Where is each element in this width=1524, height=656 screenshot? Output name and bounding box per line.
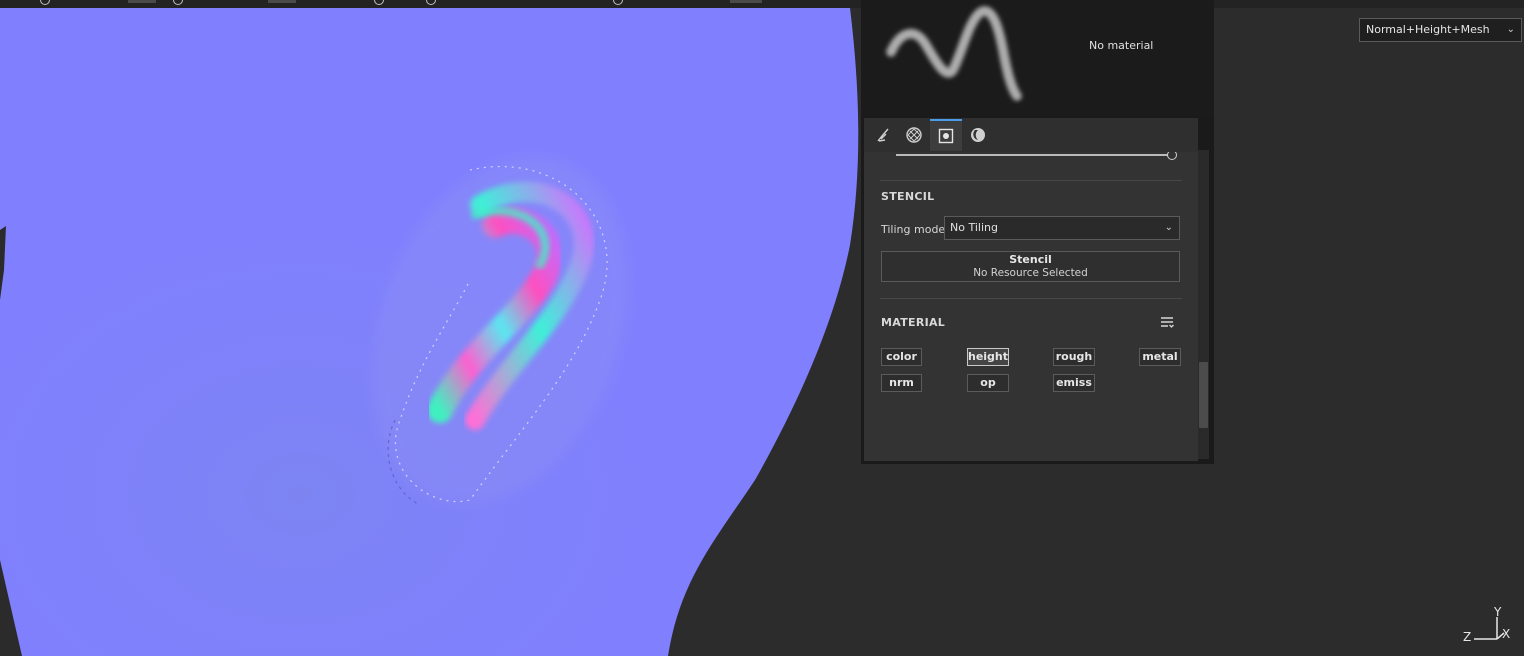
slider-handle[interactable] xyxy=(374,0,384,5)
material-menu-button[interactable] xyxy=(1159,314,1175,330)
properties-scrollbar[interactable] xyxy=(1198,150,1209,459)
channel-emiss-button[interactable]: emiss xyxy=(1053,374,1095,392)
stencil-resource-slot[interactable]: Stencil No Resource Selected xyxy=(881,251,1180,282)
checker-icon xyxy=(906,127,922,143)
properties-panel: STENCIL Tiling mode No Tiling ⌄ Stencil … xyxy=(861,116,1214,464)
properties-tabs xyxy=(864,118,1198,152)
brush-material-label: No material xyxy=(1089,39,1154,52)
size-slider-handle[interactable] xyxy=(1167,152,1177,160)
tab-alpha[interactable] xyxy=(898,119,930,151)
brush-icon xyxy=(877,128,889,142)
axis-y-label: Y xyxy=(1494,605,1502,619)
stencil-section-title: STENCIL xyxy=(881,190,935,203)
material-section-title: MATERIAL xyxy=(881,316,946,329)
channel-metal-button[interactable]: metal xyxy=(1139,348,1181,366)
tiling-mode-label: Tiling mode xyxy=(881,223,946,236)
brush-preview[interactable] xyxy=(861,0,1214,116)
axis-gizmo: Y Z X xyxy=(1460,605,1520,650)
divider xyxy=(880,180,1182,181)
properties-scroll-area[interactable]: STENCIL Tiling mode No Tiling ⌄ Stencil … xyxy=(864,152,1198,461)
view-mode-value: Normal+Height+Mesh xyxy=(1366,23,1490,36)
toolbar-field[interactable] xyxy=(128,0,156,3)
scrollbar-thumb[interactable] xyxy=(1199,362,1208,428)
channel-height-button[interactable]: height xyxy=(967,348,1009,366)
properties-inner: STENCIL Tiling mode No Tiling ⌄ Stencil … xyxy=(864,118,1198,461)
slider-handle[interactable] xyxy=(426,0,436,5)
view-mode-select[interactable]: Normal+Height+Mesh ⌄ xyxy=(1359,18,1522,42)
size-slider-track[interactable] xyxy=(896,154,1172,156)
mesh-surface[interactable] xyxy=(0,0,1524,656)
axis-x-label: X xyxy=(1502,627,1511,641)
tiling-mode-value: No Tiling xyxy=(950,221,998,234)
chevron-down-icon: ⌄ xyxy=(1164,222,1173,233)
channel-nrm-button[interactable]: nrm xyxy=(881,374,922,392)
stencil-square-icon xyxy=(938,128,954,144)
material-sphere-icon xyxy=(971,128,985,142)
tab-stencil[interactable] xyxy=(930,119,962,151)
tab-brush[interactable] xyxy=(868,119,900,151)
brush-stroke-preview xyxy=(886,6,1022,101)
toolbar-field[interactable] xyxy=(268,0,296,3)
channel-rough-button[interactable]: rough xyxy=(1053,348,1095,366)
axis-z-label: Z xyxy=(1463,630,1472,644)
channel-color-button[interactable]: color xyxy=(881,348,922,366)
channel-op-button[interactable]: op xyxy=(967,374,1009,392)
toolbar-field[interactable] xyxy=(730,0,762,3)
tiling-mode-select[interactable]: No Tiling ⌄ xyxy=(944,216,1180,240)
slider-handle[interactable] xyxy=(173,0,183,5)
stencil-slot-title: Stencil xyxy=(1009,253,1052,266)
stencil-slot-value: No Resource Selected xyxy=(973,267,1088,279)
chevron-down-icon: ⌄ xyxy=(1506,24,1515,35)
slider-handle[interactable] xyxy=(613,0,623,5)
top-toolbar xyxy=(0,0,1524,8)
slider-handle[interactable] xyxy=(40,0,50,5)
divider xyxy=(880,298,1182,299)
tab-material[interactable] xyxy=(962,119,994,151)
list-menu-icon xyxy=(1161,317,1174,328)
viewport[interactable] xyxy=(0,0,1524,656)
